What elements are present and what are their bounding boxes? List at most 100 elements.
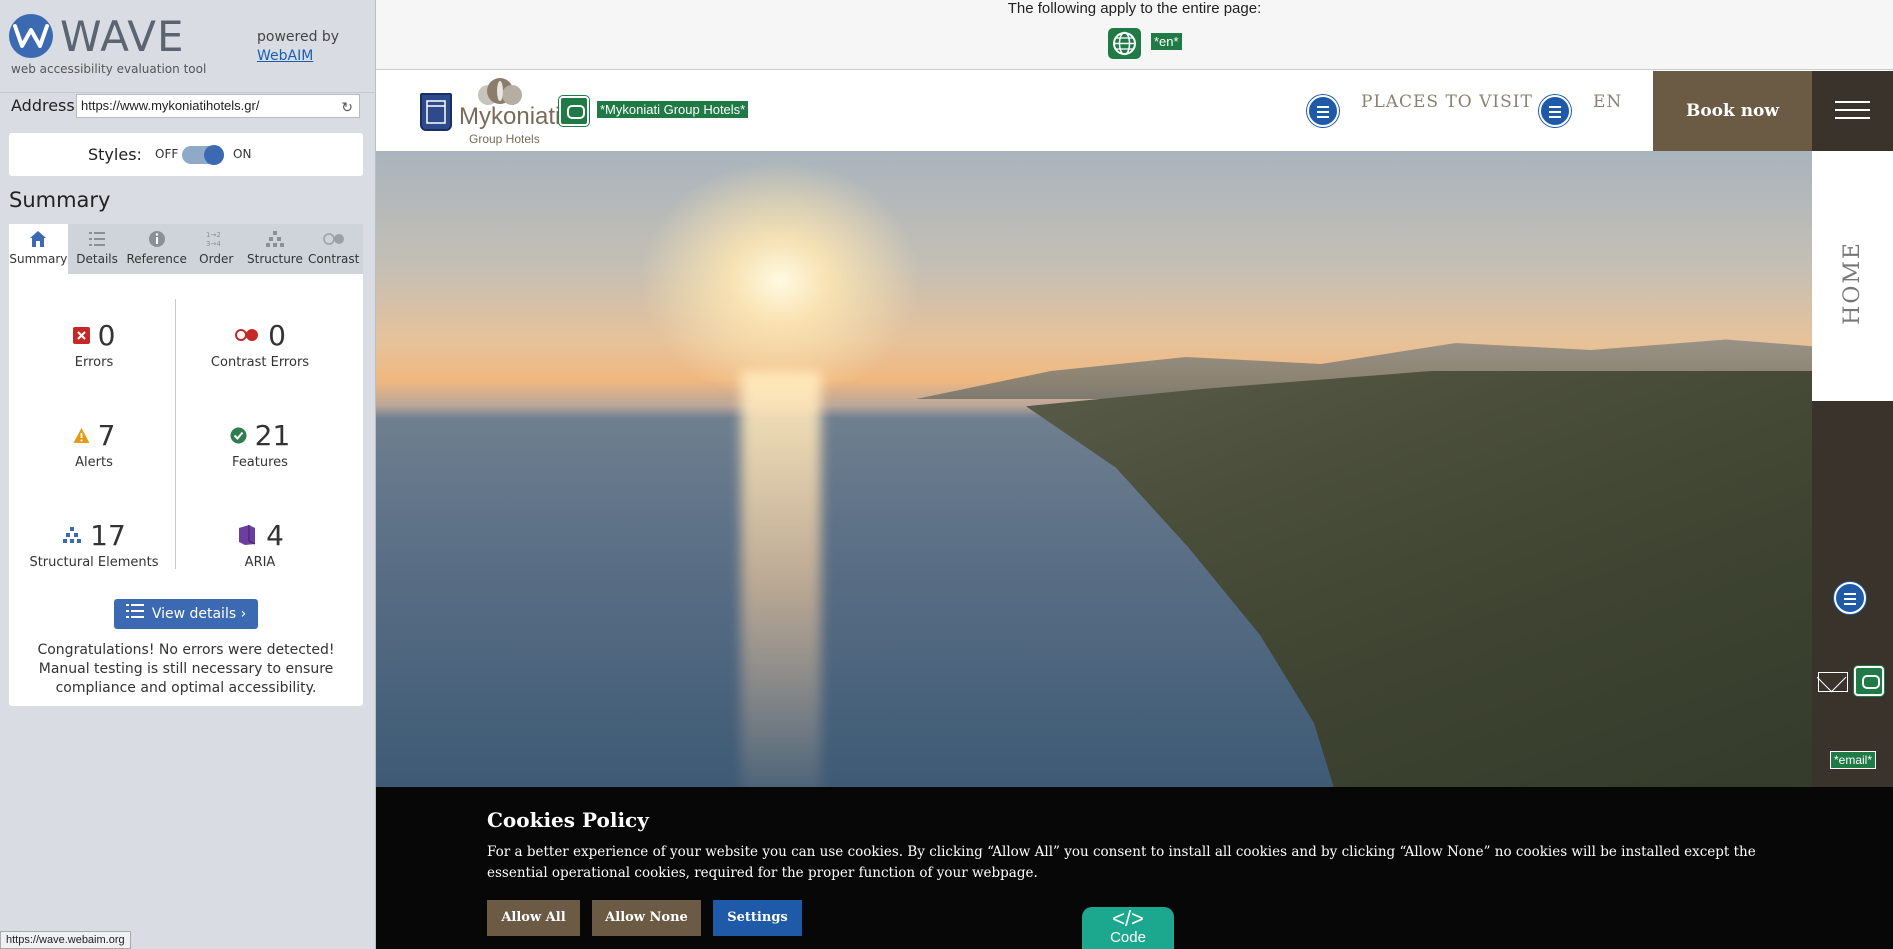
wave-logo-icon: [9, 14, 53, 58]
list-icon[interactable]: [1307, 95, 1339, 127]
tab-contrast[interactable]: Contrast: [304, 224, 363, 274]
tab-label: Summary: [9, 252, 68, 266]
tab-label: Structure: [247, 252, 303, 266]
wave-tabs: Summary Details Reference 1→2 3→4 Order S…: [9, 224, 363, 274]
tab-label: Order: [199, 252, 234, 266]
tab-order[interactable]: 1→2 3→4 Order: [187, 224, 246, 274]
contrast-count: 0: [268, 318, 286, 352]
list-icon: [68, 230, 127, 252]
logo-link-label: *Mykoniati Group Hotels*: [597, 101, 749, 118]
language-tag: *en*: [1151, 33, 1182, 50]
structure-icon: [246, 230, 305, 252]
cookie-banner: Cookies Policy For a better experience o…: [376, 787, 1893, 949]
refresh-icon[interactable]: ↻: [341, 99, 353, 116]
error-icon: [72, 326, 90, 344]
email-tag: *email*: [1830, 751, 1877, 769]
stat-aria[interactable]: 4 ARIA: [180, 517, 340, 570]
tab-label: Reference: [126, 252, 187, 266]
code-icon: </>: [1112, 906, 1144, 931]
features-count: 21: [254, 418, 291, 452]
stat-features[interactable]: 21 Features: [180, 417, 340, 470]
status-url: https://wave.webaim.org: [0, 931, 131, 949]
page-notice: The following apply to the entire page:: [1007, 0, 1262, 17]
wave-tagline: web accessibility evaluation tool: [11, 62, 207, 76]
hero-image: [376, 151, 1812, 787]
nav-places-to-visit[interactable]: PLACES TO VISIT: [1361, 92, 1533, 112]
hamburger-menu-button[interactable]: [1812, 71, 1893, 151]
feature-icon: [230, 427, 247, 443]
side-home-label: HOME: [1840, 241, 1865, 325]
contrast-error-icon: [235, 329, 259, 341]
errors-count: 0: [97, 318, 116, 352]
styles-label: Styles:: [88, 145, 142, 164]
stat-alerts[interactable]: 7 Alerts: [14, 417, 174, 470]
nav-language[interactable]: EN: [1593, 92, 1622, 112]
features-label: Features: [232, 455, 288, 470]
hero-coastline: [1026, 371, 1812, 787]
aria-count: 4: [266, 518, 284, 552]
tab-summary[interactable]: Summary: [9, 224, 68, 274]
language-globe-icon[interactable]: [1108, 28, 1141, 59]
styles-off-label: OFF: [155, 147, 179, 161]
alert-icon: [73, 427, 90, 443]
stat-structural[interactable]: 17 Structural Elements: [14, 517, 174, 571]
wave-sidebar: WAVE web accessibility evaluation tool p…: [0, 0, 376, 949]
link-icon[interactable]: [559, 96, 589, 126]
hero-sun-reflection: [741, 371, 821, 787]
site-header: Mykoniati Group Hotels *Mykoniati Group …: [376, 71, 1893, 151]
allow-all-button[interactable]: Allow All: [487, 900, 580, 936]
powered-by: powered by WebAIM: [257, 28, 339, 66]
tab-label: Contrast: [308, 252, 360, 266]
address-value: https://www.mykoniatihotels.gr/: [81, 98, 260, 113]
summary-heading: Summary: [9, 188, 111, 212]
allow-none-button[interactable]: Allow None: [592, 900, 701, 936]
powered-by-text: powered by: [257, 29, 340, 45]
structural-label: Structural Elements: [29, 555, 159, 570]
alerts-label: Alerts: [75, 455, 113, 470]
tab-structure[interactable]: Structure: [246, 224, 305, 274]
cookie-title: Cookies Policy: [487, 808, 649, 832]
alerts-count: 7: [97, 418, 116, 452]
stat-contrast-errors[interactable]: 0 Contrast Errors: [180, 317, 340, 371]
logo-shield-icon: [420, 93, 452, 131]
code-label: Code: [1110, 929, 1146, 946]
aria-icon: [239, 525, 256, 545]
structure-icon: [63, 527, 82, 543]
address-bar: Address: https://www.mykoniatihotels.gr/…: [0, 92, 376, 120]
wave-title: WAVE: [60, 12, 185, 61]
list-icon[interactable]: [1834, 582, 1866, 614]
congrats-message: Congratulations! No errors were detected…: [37, 642, 335, 696]
order-icon: 1→2 3→4: [187, 230, 246, 252]
webaim-link[interactable]: WebAIM: [257, 47, 339, 66]
structural-count: 17: [90, 518, 126, 552]
settings-button[interactable]: Settings: [713, 900, 802, 936]
list-icon[interactable]: [1539, 95, 1571, 127]
cookie-text: For a better experience of your website …: [487, 844, 1756, 881]
envelope-icon[interactable]: [1818, 672, 1848, 692]
view-details-label: View details ›: [151, 606, 247, 622]
address-input[interactable]: https://www.mykoniatihotels.gr/ ↻: [76, 94, 360, 118]
logo-text[interactable]: Mykoniati: [459, 103, 560, 131]
errors-label: Errors: [74, 355, 114, 370]
divider: [175, 299, 176, 569]
code-toggle-button[interactable]: </> Code: [1082, 907, 1174, 949]
svg-text:1→2: 1→2: [206, 231, 221, 239]
view-details-button[interactable]: View details ›: [114, 599, 258, 629]
book-now-button[interactable]: Book now: [1653, 71, 1812, 151]
list-icon: [125, 599, 144, 629]
logo-subtext: Group Hotels: [469, 132, 540, 146]
stat-errors[interactable]: 0 Errors: [14, 317, 174, 370]
home-icon: [9, 230, 68, 252]
side-home-panel[interactable]: HOME: [1812, 151, 1893, 401]
tab-label: Details: [76, 252, 118, 266]
styles-on-label: ON: [233, 147, 252, 161]
info-icon: [126, 230, 186, 252]
styles-toggle-box: Styles: OFF ON: [9, 133, 363, 176]
tab-reference[interactable]: Reference: [126, 224, 187, 274]
tab-details[interactable]: Details: [68, 224, 127, 274]
contrast-label: Contrast Errors: [210, 355, 310, 370]
styles-toggle[interactable]: [182, 145, 224, 165]
link-icon[interactable]: [1854, 666, 1884, 696]
aria-label: ARIA: [244, 555, 276, 570]
page-notice-bar: The following apply to the entire page: …: [376, 0, 1893, 70]
